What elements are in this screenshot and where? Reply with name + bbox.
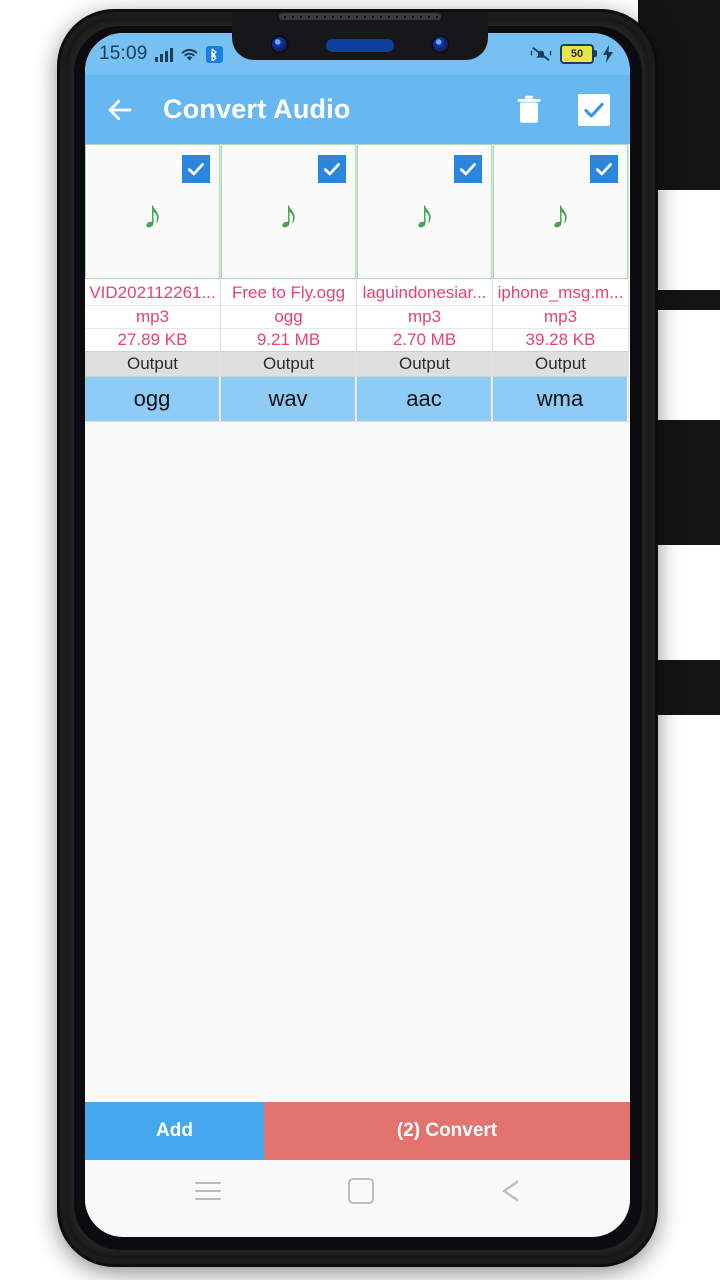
file-size: 2.70 MB <box>357 329 492 351</box>
music-note-icon: ♪ <box>142 192 163 237</box>
file-card[interactable]: ♪ VID202112261... mp3 27.89 KB Output og… <box>85 144 221 421</box>
file-format: mp3 <box>493 306 628 329</box>
file-card-row: ♪ VID202112261... mp3 27.89 KB Output og… <box>85 144 630 422</box>
file-name: laguindonesiar... <box>357 279 492 306</box>
output-format-selector[interactable]: aac <box>357 377 492 421</box>
file-select-checkbox[interactable] <box>318 155 346 183</box>
status-bar-right: 50 <box>530 44 616 64</box>
charging-bolt-icon <box>602 45 614 63</box>
android-nav-bar <box>85 1160 630 1222</box>
speaker-grille <box>279 13 441 20</box>
status-time: 15:09 <box>99 43 148 64</box>
front-camera-right-icon <box>433 37 448 52</box>
earpiece <box>326 39 394 52</box>
file-size: 39.28 KB <box>493 329 628 351</box>
app-bar-actions <box>516 93 610 126</box>
recents-icon[interactable] <box>194 1182 221 1200</box>
front-camera-left-icon <box>272 37 287 52</box>
file-thumbnail[interactable]: ♪ <box>85 144 220 279</box>
nav-back-icon[interactable] <box>502 1180 520 1202</box>
page-title: Convert Audio <box>163 94 351 124</box>
file-list-empty-area <box>85 422 630 1102</box>
wifi-icon <box>180 46 199 62</box>
file-select-checkbox[interactable] <box>454 155 482 183</box>
output-label: Output <box>357 351 492 377</box>
file-name: iphone_msg.m... <box>493 279 628 306</box>
output-label: Output <box>221 351 356 377</box>
file-format: ogg <box>221 306 356 329</box>
bluetooth-icon <box>205 45 223 63</box>
output-format-selector[interactable]: ogg <box>85 377 220 421</box>
file-thumbnail[interactable]: ♪ <box>493 144 628 279</box>
bottom-action-bar: Add (2) Convert <box>85 1102 630 1160</box>
music-note-icon: ♪ <box>550 192 571 237</box>
trash-icon[interactable] <box>516 95 542 125</box>
file-select-checkbox[interactable] <box>590 155 618 183</box>
file-name: VID202112261... <box>85 279 220 306</box>
home-icon[interactable] <box>348 1178 375 1204</box>
convert-button[interactable]: (2) Convert <box>264 1102 630 1160</box>
output-format-selector[interactable]: wav <box>221 377 356 421</box>
status-bar-left: 15:09 <box>99 43 223 65</box>
file-format: mp3 <box>357 306 492 329</box>
file-size: 27.89 KB <box>85 329 220 351</box>
phone-notch <box>232 12 488 60</box>
file-size: 9.21 MB <box>221 329 356 351</box>
file-thumbnail[interactable]: ♪ <box>221 144 356 279</box>
file-card[interactable]: ♪ iphone_msg.m... mp3 39.28 KB Output wm… <box>493 144 629 421</box>
file-card[interactable]: ♪ laguindonesiar... mp3 2.70 MB Output a… <box>357 144 493 421</box>
add-button[interactable]: Add <box>85 1102 264 1160</box>
battery-icon: 50 <box>560 44 597 64</box>
file-thumbnail[interactable]: ♪ <box>357 144 492 279</box>
file-format: mp3 <box>85 306 220 329</box>
file-select-checkbox[interactable] <box>182 155 210 183</box>
music-note-icon: ♪ <box>278 192 299 237</box>
battery-level: 50 <box>570 48 584 60</box>
music-note-icon: ♪ <box>414 192 435 237</box>
signal-bars-icon <box>154 47 173 62</box>
file-name: Free to Fly.ogg <box>221 279 356 306</box>
output-format-selector[interactable]: wma <box>493 377 628 421</box>
mute-bell-icon <box>530 45 552 63</box>
output-label: Output <box>85 351 220 377</box>
select-all-checkbox[interactable] <box>578 93 610 126</box>
file-card[interactable]: ♪ Free to Fly.ogg ogg 9.21 MB Output wav <box>221 144 357 421</box>
phone-screen: 15:09 50 Convert Audio ♪ VID202112261...… <box>85 33 630 1237</box>
output-label: Output <box>493 351 628 377</box>
app-bar: Convert Audio <box>85 75 630 144</box>
back-arrow-icon[interactable] <box>105 95 135 125</box>
